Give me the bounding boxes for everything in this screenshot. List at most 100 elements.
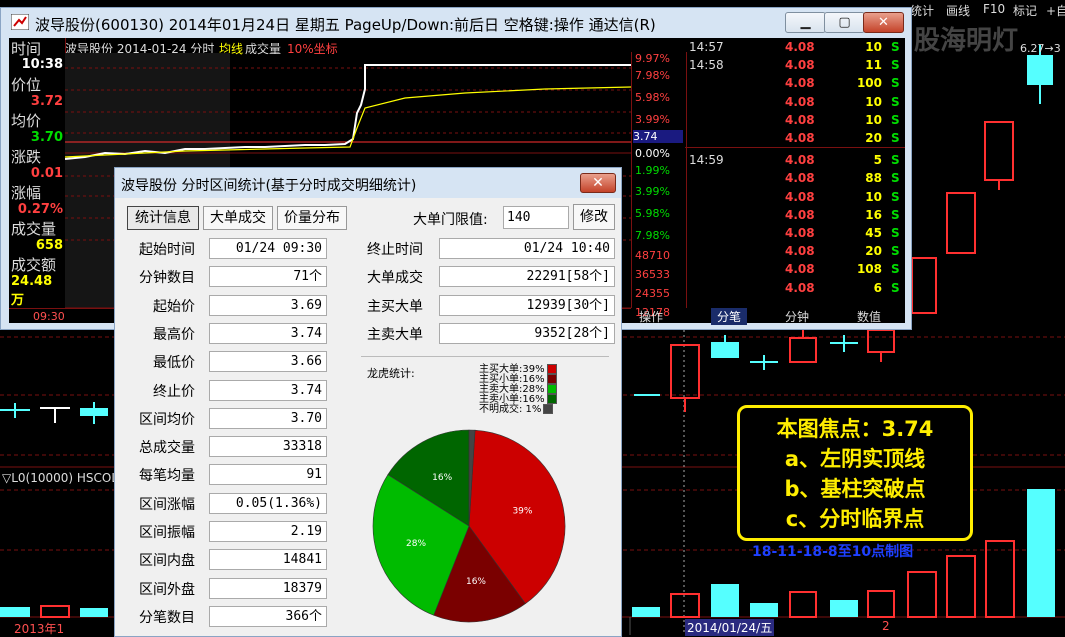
modify-button[interactable]: 修改 [573,204,615,230]
price-label: 价位 [11,76,42,94]
pie-slice-label: 16% [432,473,452,483]
stat-label: 区间内盘 [139,553,195,570]
stat-label: 区间外盘 [139,581,195,598]
tab-minutes[interactable]: 分钟 [785,308,809,325]
tick-price: 4.08 [785,171,815,186]
tick-row[interactable]: 14:59 4.08 5 S [685,153,905,170]
tick-row[interactable]: 4.08 100 S [685,76,905,93]
toolbar-link-custom[interactable]: +自 [1046,2,1065,19]
tick-side: S [891,262,900,277]
stat-label: 分笔数目 [139,609,195,626]
stat-label: 区间均价 [139,411,195,428]
tick-side: S [891,207,900,222]
volume-value: 658 [35,238,63,253]
stat-label: 区间振幅 [139,525,195,541]
tick-price: 4.08 [785,76,815,91]
stat-label: 起始时间 [139,242,195,258]
axis-label-9: 7.98% [635,229,670,242]
pie-slice-label: 39% [512,506,532,516]
tick-side: S [891,58,900,73]
caption: 18-11-18-8至10点制图 [752,544,914,560]
tick-volume: 20 [865,131,882,145]
tick-row[interactable]: 4.08 108 S [685,262,905,279]
axis-label-10: 48710 [635,249,670,262]
stat-label: 大单成交 [367,270,423,287]
tick-row[interactable]: 4.08 20 S [685,131,905,148]
tick-row[interactable]: 4.08 10 S [685,95,905,112]
watermark: 股海明灯 [914,26,1019,56]
tick-side: S [891,94,900,109]
tick-row[interactable]: 4.08 6 S [685,281,905,298]
price-value: 3.72 [30,94,63,109]
toolbar-link-f10[interactable]: F10 [983,2,1005,16]
stat-value: 3.69 [209,294,327,316]
stat-value: 22291[58个] [439,266,615,288]
tick-volume: 10 [865,112,882,127]
bottom-date-left: 2013年1 [14,622,65,636]
avg-label: 均价 [11,112,42,130]
pie-legend-swatch [543,404,554,414]
tick-volume: 11 [865,58,882,73]
info-panel: 时间 10:38 价位 3.72 均价 3.70 涨跌 0.01 涨幅 0.27… [9,38,66,308]
threshold-input[interactable] [503,206,569,229]
stat-label: 最高价 [153,326,195,343]
tick-row[interactable]: 4.08 20 S [685,244,905,261]
tab-operate[interactable]: 操作 [639,308,663,325]
dialog-close-button[interactable]: ✕ [580,173,616,193]
tab-stats-info[interactable]: 统计信息 [127,206,199,230]
tick-row[interactable]: 4.08 88 S [685,171,905,188]
right-axis: 9.97% 7.98% 5.98% 3.99% 3.74 0.00% 1.99%… [631,52,687,319]
focus-line3: b、基柱突破点 [784,477,926,501]
stat-label: 每笔均量 [139,468,195,485]
close-button[interactable]: ✕ [863,12,904,33]
amount-label: 成交额 [11,256,57,274]
stat-value: 0.05(1.36%) [209,492,327,514]
tick-price: 4.08 [785,58,815,73]
tick-price: 4.08 [785,207,815,222]
axis-label-0: 9.97% [635,52,670,65]
tick-time: 14:59 [689,153,724,168]
toolbar-link-stats[interactable]: 统计 [910,2,934,19]
tick-side: S [891,280,900,295]
window-title: 波导股份(600130) 2014年01月24日 星期五 PageUp/Down… [35,16,656,34]
focus-line2: a、左阴实顶线 [784,447,926,471]
minimize-button[interactable]: ▁ [785,12,826,33]
toolbar-link-draw[interactable]: 画线 [946,2,970,19]
tick-tabs: 操作 分笔 分钟 数值 [631,308,905,325]
pie-legend-item: 不明成交: 1% [479,404,554,415]
stat-value: 3.74 [209,379,327,401]
focus-line4: c、分时临界点 [785,507,925,531]
change-label: 涨跌 [11,148,42,166]
tick-price: 4.08 [785,153,815,168]
tick-volume: 5 [873,153,882,168]
tick-row[interactable]: 4.08 45 S [685,226,905,243]
pct-label: 涨幅 [11,184,42,202]
toolbar-link-mark[interactable]: 标记 [1013,2,1037,19]
tick-price: 4.08 [785,280,815,295]
interval-stats-dialog: 波导股份 分时区间统计(基于分时成交明细统计) ✕ 统计信息 大单成交 价量分布… [114,167,622,637]
dialog-titlebar[interactable]: 波导股份 分时区间统计(基于分时成交明细统计) ✕ [115,168,621,198]
axis-label-5: 0.00% [635,147,670,160]
change-value: 0.01 [30,166,63,181]
tab-large-trades[interactable]: 大单成交 [203,206,273,230]
time-value: 10:38 [21,57,63,72]
pie-separator [361,356,609,357]
maximize-button[interactable]: ▢ [824,12,865,33]
stat-label: 分钟数目 [139,270,195,287]
stat-label: 总成交量 [139,440,195,457]
tab-price-volume[interactable]: 价量分布 [277,206,347,230]
pie-title: 龙虎统计: [367,367,415,380]
stat-label: 终止价 [153,383,195,400]
tick-row[interactable]: 14:58 4.08 11 S [685,58,905,75]
tick-side: S [891,244,900,259]
tick-list[interactable]: 14:57 4.08 10 S 14:58 4.08 11 S 4.08 100 S 4.08 10 S 4… [685,38,905,308]
tick-row[interactable]: 4.08 16 S [685,208,905,225]
tick-row[interactable]: 14:57 4.08 10 S [685,40,905,57]
tick-side: S [891,76,900,91]
focus-line1: 本图焦点：3.74 [776,417,934,441]
tick-row[interactable]: 4.08 10 S [685,190,905,207]
tick-price: 4.08 [785,226,815,240]
tab-ticks[interactable]: 分笔 [711,308,748,325]
tick-row[interactable]: 4.08 10 S [685,113,905,130]
tab-values[interactable]: 数值 [857,308,881,325]
